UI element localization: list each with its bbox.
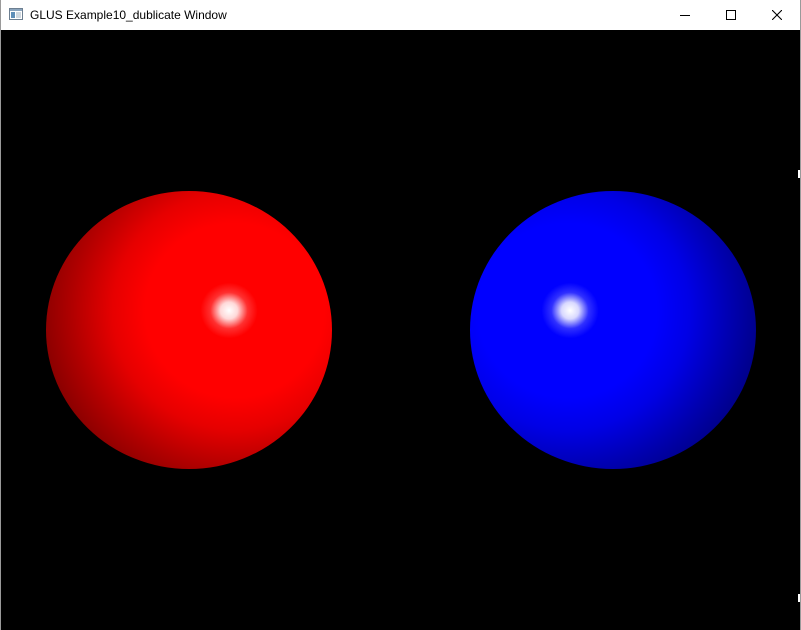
app-window: GLUS Example10_dublicate Window <box>0 0 801 630</box>
resize-edge-marker <box>798 170 800 178</box>
close-button[interactable] <box>754 0 800 30</box>
maximize-button[interactable] <box>708 0 754 30</box>
title-bar[interactable]: GLUS Example10_dublicate Window <box>1 0 800 30</box>
red-sphere <box>46 191 332 469</box>
resize-edge-marker <box>798 594 800 602</box>
blue-sphere <box>470 191 756 469</box>
maximize-icon <box>726 10 736 20</box>
close-icon <box>772 10 782 20</box>
opengl-viewport[interactable] <box>1 30 800 630</box>
minimize-button[interactable] <box>662 0 708 30</box>
window-title: GLUS Example10_dublicate Window <box>30 8 227 22</box>
app-window-icon <box>9 8 23 20</box>
minimize-icon <box>680 15 690 16</box>
